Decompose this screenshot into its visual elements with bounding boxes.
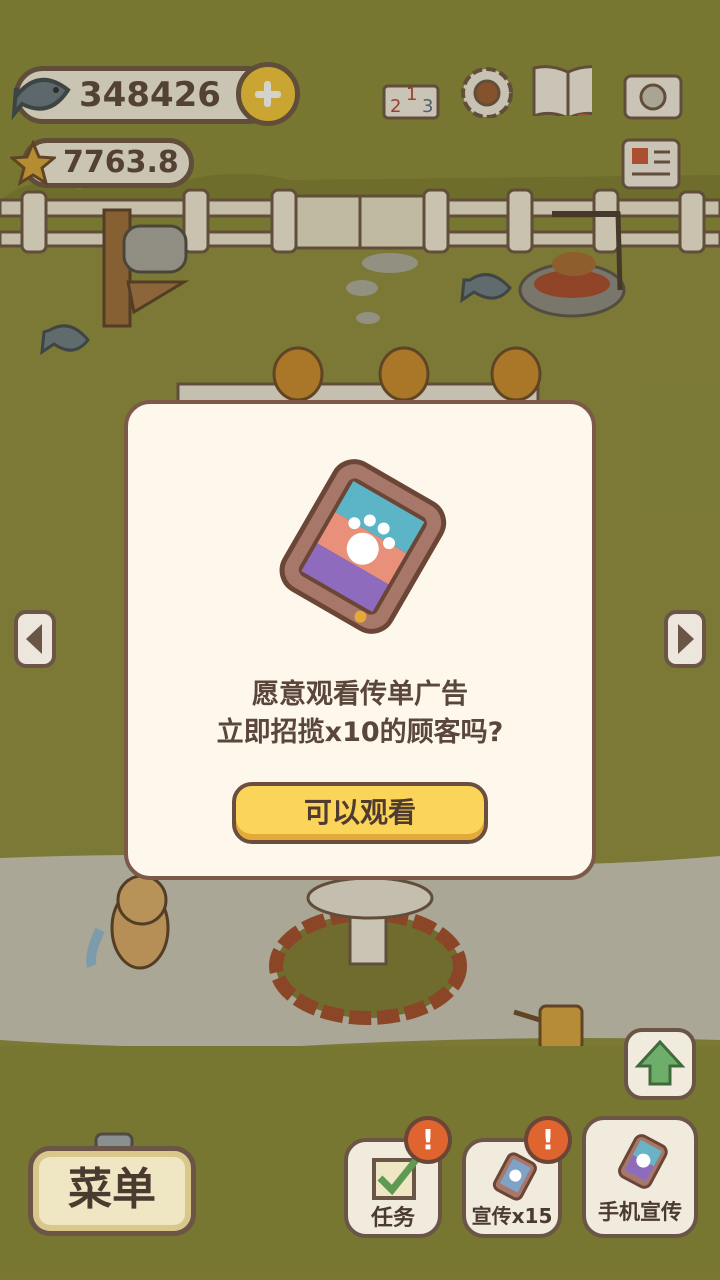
phone-paw-flyer-medium-icon (618, 1134, 668, 1189)
watch-ad-button[interactable]: 可以观看 (232, 782, 488, 844)
right-arrow-icon (678, 624, 694, 654)
phone-paw-flyer-small-icon (492, 1152, 537, 1201)
menu-label: 菜单 (68, 1164, 156, 1215)
tasks-alert-badge: ! (404, 1116, 452, 1164)
right-arrow-button[interactable] (664, 610, 706, 668)
checkbox-task-icon (372, 1157, 419, 1200)
dialog-message-line1: 愿意观看传单广告 (252, 679, 468, 710)
up-arrow-icon (634, 1039, 686, 1086)
phone-promote-button[interactable]: 手机宣传 (582, 1116, 698, 1238)
phone-paw-flyer-icon (279, 459, 447, 634)
left-arrow-icon (26, 624, 42, 654)
promote-alert-badge: ! (524, 1116, 572, 1164)
promote-label: 宣传x15 (471, 1204, 553, 1228)
tasks-label: 任务 (370, 1206, 415, 1231)
phone-promote-label: 手机宣传 (598, 1200, 682, 1224)
left-arrow-button[interactable] (14, 610, 56, 668)
flyer-ad-dialog: 愿意观看传单广告 立即招揽x10的顾客吗? 可以观看 (124, 400, 596, 880)
dialog-message-line2: 立即招揽x10的顾客吗? (216, 717, 504, 748)
menu-button[interactable]: 菜单 (28, 1146, 196, 1236)
up-arrow-button[interactable] (624, 1028, 696, 1100)
